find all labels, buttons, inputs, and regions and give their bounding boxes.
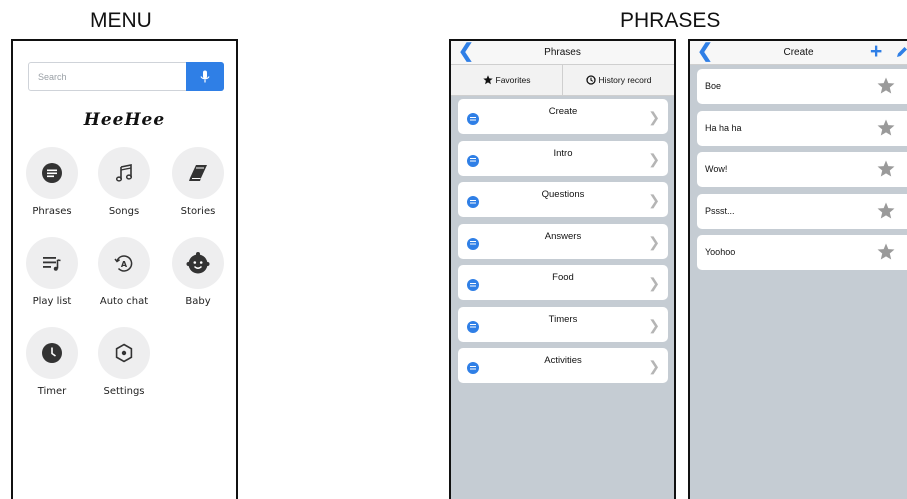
menu-tile-label: Songs [108, 206, 140, 217]
phrase-row[interactable]: Wow! [697, 152, 907, 187]
category-row-timers[interactable]: Timers ❯ [458, 306, 668, 342]
history-icon [585, 75, 596, 85]
phrase-text: Boe [705, 81, 722, 91]
category-row-create[interactable]: Create ❯ [458, 99, 668, 134]
auto-chat-icon: A [114, 255, 133, 272]
phrases-screen: ❮ Phrases Favorites History record Creat… [449, 39, 676, 499]
chevron-right-icon: ❯ [648, 109, 660, 125]
phrases-title: Phrases [544, 47, 581, 58]
search-bar [28, 62, 224, 91]
category-label: Create [548, 106, 578, 117]
menu-tile-phrases[interactable]: Phrases [22, 147, 82, 217]
voice-search-button[interactable] [186, 62, 224, 91]
star-icon[interactable] [877, 160, 895, 178]
menu-tile-label: Phrases [32, 206, 72, 217]
star-icon[interactable] [877, 202, 895, 220]
phrase-text: Wow! [705, 164, 728, 174]
playlist-icon [43, 257, 61, 271]
category-label: Timers [548, 313, 578, 325]
menu-section-title: MENU [90, 9, 152, 32]
tab-history-record[interactable]: History record [562, 65, 674, 95]
menu-tile-settings[interactable]: Settings [94, 327, 154, 397]
category-label: Questions [541, 189, 585, 200]
chevron-right-icon: ❯ [648, 233, 660, 250]
category-list: Create ❯ Intro ❯ Questions ❯ Answers ❯ Food ❯… [458, 99, 668, 390]
phrase-row[interactable]: Boe [697, 69, 907, 104]
music-note-icon [115, 164, 133, 182]
category-label: Activities [544, 355, 582, 366]
tab-label: History record [598, 75, 652, 85]
menu-tile-label: Baby [185, 296, 211, 307]
category-row-food[interactable]: Food ❯ [458, 265, 668, 300]
settings-icon [115, 343, 133, 363]
phrase-row[interactable]: Pssst... [697, 193, 907, 229]
phrases-icon [42, 163, 62, 183]
star-icon[interactable] [877, 243, 895, 261]
phrases-header: ❮ Phrases [451, 41, 674, 65]
app-title: HeeHee [83, 110, 166, 130]
menu-tile-songs[interactable]: Songs [94, 147, 154, 217]
book-icon [189, 165, 207, 181]
chevron-right-icon: ❯ [648, 192, 660, 208]
menu-tile-label: Play list [32, 296, 72, 307]
star-icon [482, 75, 493, 85]
star-icon[interactable] [877, 77, 895, 95]
microphone-icon [200, 70, 210, 82]
star-icon[interactable] [877, 119, 895, 137]
created-phrase-list: Boe Ha ha ha Wow! Pssst... Yoohoo [697, 69, 907, 277]
category-row-questions[interactable]: Questions ❯ [458, 182, 668, 217]
category-label: Answers [544, 230, 582, 242]
svg-text:A: A [121, 260, 128, 269]
phrase-text: Pssst... [705, 205, 735, 216]
category-label: Intro [553, 147, 573, 159]
chevron-right-icon: ❯ [648, 275, 660, 291]
create-screen: ❮ Create + Boe Ha ha ha Wow! Pssst... Yo… [688, 39, 907, 499]
chevron-right-icon: ❯ [648, 358, 660, 374]
menu-tile-play-list[interactable]: Play list [22, 237, 82, 307]
tab-favorites[interactable]: Favorites [451, 65, 562, 95]
category-row-answers[interactable]: Answers ❯ [458, 223, 668, 259]
search-input[interactable] [29, 63, 187, 90]
menu-tile-timer[interactable]: Timer [22, 327, 82, 397]
baby-icon [186, 252, 210, 274]
phrase-text: Ha ha ha [705, 122, 742, 133]
chevron-right-icon: ❯ [648, 316, 660, 333]
phrases-section-title: PHRASES [620, 9, 721, 32]
menu-screen: HeeHee Phrases Songs [11, 39, 238, 499]
tab-label: Favorites [495, 75, 531, 85]
menu-tile-baby[interactable]: Baby [168, 237, 228, 307]
category-row-activities[interactable]: Activities ❯ [458, 348, 668, 383]
menu-tile-label: Auto chat [99, 296, 149, 307]
menu-tile-label: Stories [180, 206, 216, 217]
add-icon[interactable]: + [870, 41, 882, 64]
phrase-row[interactable]: Ha ha ha [697, 110, 907, 146]
pencil-icon[interactable] [895, 45, 907, 59]
create-header: ❮ Create + [690, 41, 907, 65]
clock-icon [42, 343, 62, 363]
phrase-text: Yoohoo [705, 247, 736, 257]
chevron-right-icon: ❯ [648, 150, 660, 167]
menu-tile-stories[interactable]: Stories [168, 147, 228, 217]
menu-tile-auto-chat[interactable]: A Auto chat [94, 237, 154, 307]
category-label: Food [552, 272, 574, 283]
phrases-segmented-control: Favorites History record [451, 65, 674, 96]
menu-tile-label: Settings [103, 386, 145, 397]
menu-tile-label: Timer [37, 386, 67, 397]
phrase-row[interactable]: Yoohoo [697, 235, 907, 270]
category-row-intro[interactable]: Intro ❯ [458, 140, 668, 176]
